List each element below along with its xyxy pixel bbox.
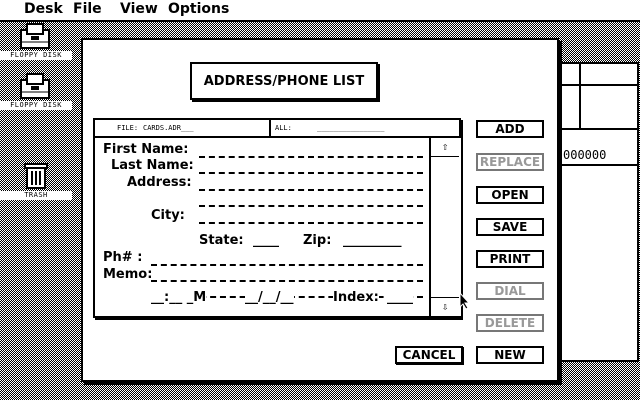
form-fields: First Name: Last Name: Address: City: St… [95, 138, 429, 316]
file-info-bar: FILE: CARDS.ADR___ ALL: ________________ [95, 120, 459, 138]
menu-view[interactable]: View [120, 1, 158, 17]
add-button[interactable]: ADD [476, 120, 544, 138]
dial-button[interactable]: DIAL [476, 282, 544, 300]
first-name-label: First Name: [103, 142, 189, 157]
background-window[interactable]: 000000 [559, 62, 639, 362]
floppy-drawer-icon [20, 23, 50, 49]
desktop-icon-label: TRASH [0, 191, 72, 200]
address-line-2-field[interactable] [199, 205, 423, 207]
memo-label: Memo: [103, 267, 153, 282]
date-field[interactable]: __/__/__ [245, 290, 294, 305]
last-name-field[interactable] [199, 172, 423, 174]
cancel-button[interactable]: CANCEL [395, 346, 463, 364]
scroll-up-arrow-icon[interactable]: ⇧ [431, 138, 459, 157]
save-button[interactable]: SAVE [476, 218, 544, 236]
desktop-icon-label: FLOPPY DISK [0, 51, 72, 60]
mouse-pointer-icon [459, 292, 471, 310]
new-button[interactable]: NEW [476, 346, 544, 364]
file-label: FILE: [117, 124, 139, 132]
print-button[interactable]: PRINT [476, 250, 544, 268]
zip-field[interactable]: _________ [343, 233, 402, 248]
desktop-icon-floppy-a[interactable]: FLOPPY DISK [0, 22, 72, 60]
dialog-title: ADDRESS/PHONE LIST [190, 62, 378, 100]
time-field[interactable]: __:__ _M [151, 290, 207, 305]
menu-file[interactable]: File [73, 1, 102, 17]
menu-desk[interactable]: Desk [24, 1, 63, 17]
background-window-text: 000000 [563, 148, 607, 162]
file-name-field[interactable]: CARDS.ADR___ [143, 120, 194, 136]
address-line-1-field[interactable] [199, 189, 423, 191]
desktop-icon-trash[interactable]: TRASH [0, 160, 72, 200]
background-window-titlebar [561, 84, 637, 86]
all-field[interactable]: ________________ [317, 120, 384, 136]
background-window-divider [561, 164, 637, 166]
floppy-drawer-icon [20, 73, 50, 99]
menu-options[interactable]: Options [168, 1, 229, 17]
state-field[interactable]: ____ [253, 233, 279, 248]
form-scrollbar[interactable]: ⇧ ⇩ [429, 138, 461, 316]
delete-button[interactable]: DELETE [476, 314, 544, 332]
desktop-icon-label: FLOPPY DISK [0, 101, 72, 110]
city-label: City: [151, 208, 185, 223]
address-list-dialog: ADDRESS/PHONE LIST FILE: CARDS.ADR___ AL… [81, 38, 559, 382]
open-button[interactable]: OPEN [476, 186, 544, 204]
address-form: FILE: CARDS.ADR___ ALL: ________________… [93, 118, 461, 318]
background-window-divider [579, 64, 581, 130]
menu-bar: Desk File View Options [0, 0, 640, 22]
address-label: Address: [127, 175, 192, 190]
index-field[interactable]: ____ [387, 290, 413, 305]
replace-button[interactable]: REPLACE [476, 153, 544, 171]
background-window-divider [561, 128, 637, 130]
city-field[interactable] [199, 222, 423, 224]
phone-label: Ph# : [103, 250, 143, 265]
trash-can-icon [24, 163, 48, 189]
file-bar-divider [269, 120, 271, 136]
scroll-down-arrow-icon[interactable]: ⇩ [431, 297, 459, 316]
last-name-label: Last Name: [111, 158, 194, 173]
all-label: ALL: [275, 124, 292, 132]
state-label: State: [199, 233, 244, 248]
desktop-icon-floppy-b[interactable]: FLOPPY DISK [0, 72, 72, 110]
first-name-field[interactable] [199, 156, 423, 158]
memo-line-1-field[interactable] [151, 280, 423, 282]
index-label: Index: [333, 290, 379, 305]
phone-field[interactable] [151, 264, 423, 266]
zip-label: Zip: [303, 233, 332, 248]
